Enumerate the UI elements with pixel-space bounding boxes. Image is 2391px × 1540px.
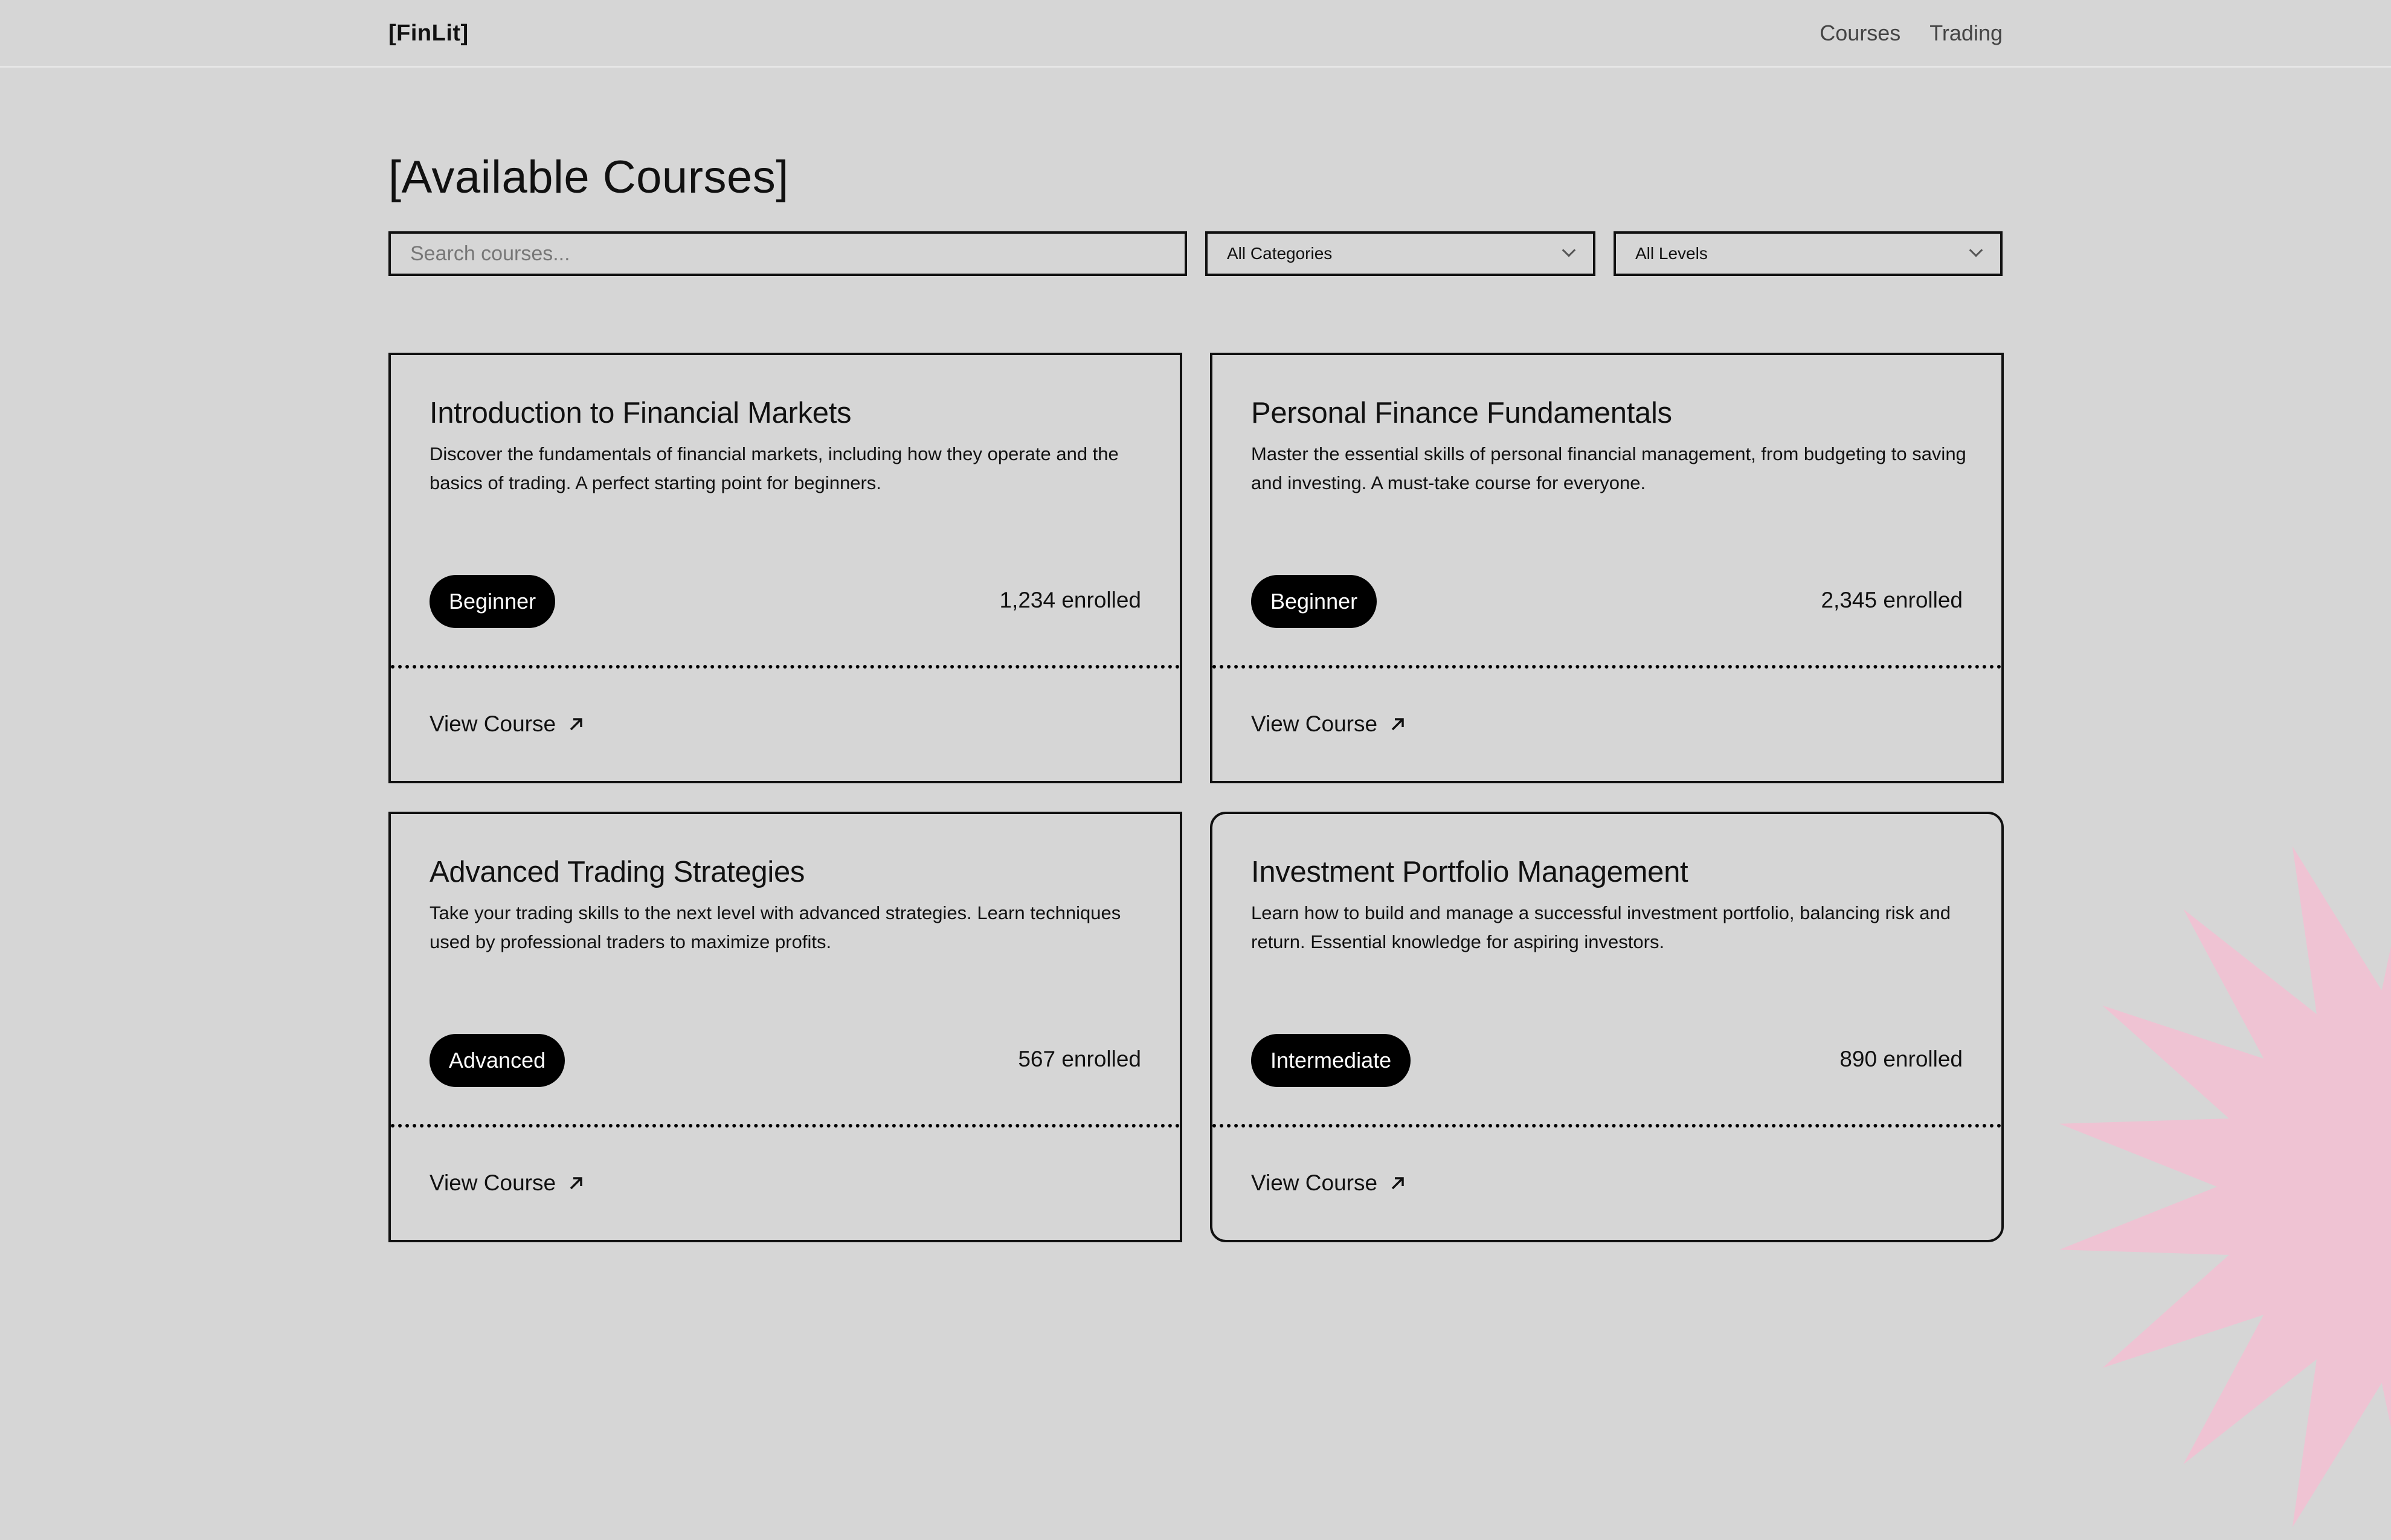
level-badge: Beginner	[1251, 575, 1377, 628]
course-description: Learn how to build and manage a successf…	[1251, 902, 1951, 952]
view-course-label: View Course	[1251, 1170, 1378, 1195]
view-course-link[interactable]: View Course	[1251, 1170, 1406, 1196]
dotted-divider	[391, 1124, 1180, 1128]
view-course-label: View Course	[430, 711, 556, 736]
course-title: Personal Finance Fundamentals	[1251, 397, 1672, 429]
course-description: Master the essential skills of personal …	[1251, 443, 1966, 493]
arrow-up-right-icon	[570, 1177, 582, 1190]
course-card: Personal Finance Fundamentals Master the…	[1210, 353, 2004, 783]
dotted-divider	[1212, 665, 2001, 669]
level-select-value: All Levels	[1635, 244, 1708, 263]
decorative-starburst	[2059, 846, 2391, 1527]
course-title: Introduction to Financial Markets	[430, 397, 852, 429]
arrow-up-right-icon	[1391, 1177, 1404, 1190]
brand-logo[interactable]: [FinLit]	[388, 21, 469, 47]
chevron-down-icon	[1969, 243, 1983, 257]
main-nav: Courses Trading	[1820, 21, 2003, 46]
category-select[interactable]: All Categories	[1205, 231, 1595, 276]
course-title: Investment Portfolio Management	[1251, 856, 1688, 888]
chevron-down-icon	[1562, 243, 1576, 257]
category-select-value: All Categories	[1227, 244, 1333, 263]
nav-link-courses[interactable]: Courses	[1820, 21, 1900, 46]
dotted-divider	[391, 665, 1180, 669]
course-card: Advanced Trading Strategies Take your tr…	[388, 812, 1182, 1242]
enrolled-count: 1,234 enrolled	[999, 588, 1141, 612]
enrolled-count: 567 enrolled	[1018, 1047, 1141, 1071]
view-course-label: View Course	[1251, 711, 1378, 736]
view-course-link[interactable]: View Course	[430, 1170, 585, 1196]
nav-link-trading[interactable]: Trading	[1929, 21, 2003, 46]
top-navigation-bar: [FinLit] Courses Trading	[0, 0, 2391, 68]
view-course-link[interactable]: View Course	[1251, 711, 1406, 737]
course-title: Advanced Trading Strategies	[430, 856, 805, 888]
arrow-up-right-icon	[1391, 718, 1404, 731]
level-badge: Advanced	[430, 1034, 565, 1087]
enrolled-count: 890 enrolled	[1839, 1047, 1963, 1071]
filter-bar: All Categories All Levels	[388, 231, 2003, 276]
course-description: Discover the fundamentals of financial m…	[430, 443, 1119, 493]
arrow-up-right-icon	[570, 718, 582, 731]
course-description: Take your trading skills to the next lev…	[430, 902, 1121, 952]
level-badge: Intermediate	[1251, 1034, 1411, 1087]
enrolled-count: 2,345 enrolled	[1821, 588, 1963, 612]
level-badge: Beginner	[430, 575, 556, 628]
page-title: [Available Courses]	[388, 152, 789, 203]
course-card: Introduction to Financial Markets Discov…	[388, 353, 1182, 783]
view-course-link[interactable]: View Course	[430, 711, 585, 737]
dotted-divider	[1212, 1124, 2001, 1128]
search-input[interactable]	[388, 231, 1187, 276]
course-card: Investment Portfolio Management Learn ho…	[1210, 812, 2004, 1242]
view-course-label: View Course	[430, 1170, 556, 1195]
level-select[interactable]: All Levels	[1614, 231, 2003, 276]
